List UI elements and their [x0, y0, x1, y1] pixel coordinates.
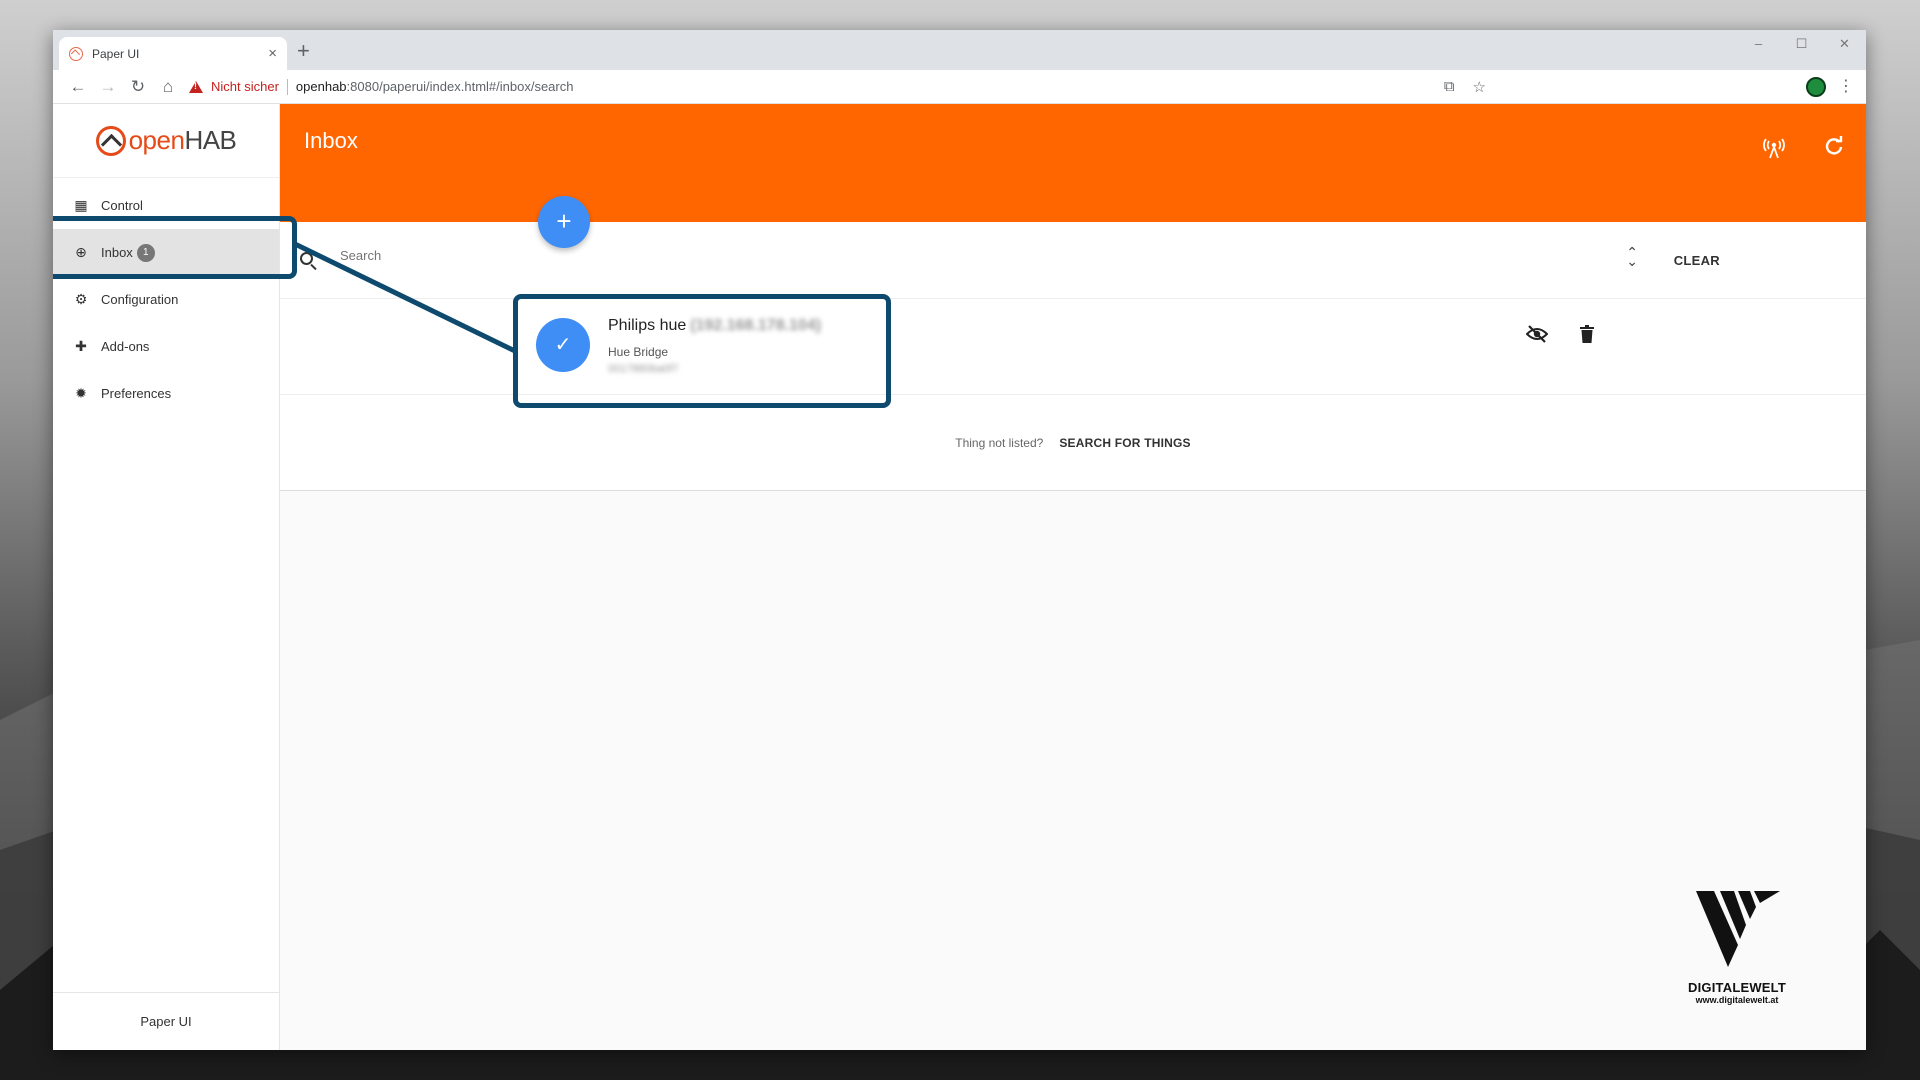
search-input[interactable] — [340, 248, 640, 263]
logo-text: openHAB — [129, 125, 237, 156]
settings-icon: ✹ — [75, 385, 87, 401]
sidebar-item-label: Preferences — [101, 386, 172, 401]
dashboard-icon: ▦ — [74, 197, 88, 213]
thing-not-listed-text: Thing not listed? — [955, 435, 1044, 450]
address-separator — [286, 78, 288, 95]
reload-icon[interactable]: ↻ — [123, 77, 153, 97]
digitalewelt-watermark: DIGITALEWELT www.digitalewelt.at — [1688, 889, 1786, 1005]
translate-icon[interactable]: ⧉ — [1444, 78, 1455, 96]
sidebar-item-label: Inbox — [101, 245, 133, 260]
logo-open: open — [128, 125, 185, 155]
warning-triangle-icon — [189, 80, 203, 93]
browser-tab[interactable]: Paper UI × — [59, 37, 287, 70]
approve-check-icon[interactable]: ✓ — [536, 318, 590, 372]
page-header: Inbox — [280, 104, 1866, 222]
refresh-icon[interactable] — [1824, 136, 1844, 162]
sidebar-item-label: Add-ons — [101, 339, 150, 354]
thing-type: Hue Bridge — [608, 345, 669, 359]
sidebar-item-preferences[interactable]: ✹ Preferences — [53, 370, 279, 417]
window-controls: – ☐ ✕ — [1737, 30, 1866, 58]
thing-not-listed-row: Thing not listed? SEARCH FOR THINGS — [280, 395, 1866, 490]
openhab-favicon-icon — [69, 46, 83, 61]
clear-button[interactable]: CLEAR — [1674, 253, 1720, 268]
security-label: Nicht sicher — [211, 79, 279, 94]
bookmark-star-icon[interactable]: ☆ — [1473, 78, 1486, 96]
openhab-logo[interactable]: openHAB — [53, 104, 279, 178]
page-title: Inbox — [304, 128, 358, 153]
tab-title: Paper UI — [92, 46, 140, 61]
inbox-item: ✓ Philips hue (192.168.178.104) Hue Bridg… — [280, 299, 1866, 395]
sidebar-item-label: Configuration — [101, 292, 179, 307]
main-content: Inbox + ⌃⌄ CLEAR ✓ Philips hue( — [280, 104, 1866, 1050]
inbox-count-badge: 1 — [136, 243, 155, 262]
search-icon — [300, 252, 313, 265]
thing-name: Philips hue (192.168.178.104) — [608, 317, 821, 335]
sidebar-item-configuration[interactable]: ⚙ Configuration — [53, 276, 279, 323]
forward-arrow-icon[interactable]: → — [93, 77, 123, 97]
thing-uid: 0017880ba0f7 — [608, 363, 679, 375]
browser-menu-icon[interactable]: ⋮ — [1838, 76, 1854, 96]
sidebar: openHAB ▦ Control ⊕ Inbox 1 ⚙ Configurat… — [53, 104, 280, 1050]
discovery-antenna-icon[interactable] — [1762, 136, 1786, 166]
search-bar: ⌃⌄ CLEAR — [280, 222, 1866, 299]
logo-hab: HAB — [184, 125, 237, 155]
thing-address: (192.168.178.104) — [690, 317, 822, 334]
add-circle-icon: ⊕ — [75, 244, 87, 260]
digitalewelt-logo-icon — [1696, 891, 1781, 967]
tab-strip: Paper UI × + – ☐ ✕ — [53, 30, 1866, 70]
close-window-button[interactable]: ✕ — [1823, 30, 1866, 58]
address-bar-actions: ⧉ ☆ — [1444, 78, 1486, 96]
address-bar[interactable]: Nicht sicher openhab:8080/paperui/index.… — [189, 78, 1856, 95]
sidebar-item-control[interactable]: ▦ Control — [53, 182, 279, 229]
search-for-things-button[interactable]: SEARCH FOR THINGS — [1059, 436, 1190, 450]
url-text[interactable]: openhab:8080/paperui/index.html#/inbox/s… — [296, 79, 574, 94]
gear-icon: ⚙ — [74, 291, 88, 307]
watermark-brand: DIGITALEWELT — [1688, 980, 1786, 995]
minimize-button[interactable]: – — [1737, 30, 1780, 58]
delete-trash-icon[interactable] — [1580, 325, 1594, 348]
extension-shield-icon[interactable] — [1806, 77, 1826, 97]
close-tab-icon[interactable]: × — [268, 45, 277, 62]
inbox-panel: ⌃⌄ CLEAR ✓ Philips hue(192.168.178.104) … — [280, 222, 1866, 491]
add-thing-button[interactable]: + — [538, 196, 590, 248]
home-icon[interactable]: ⌂ — [153, 77, 183, 97]
paper-ui-app: openHAB ▦ Control ⊕ Inbox 1 ⚙ Configurat… — [53, 104, 1866, 1050]
sidebar-footer: Paper UI — [53, 992, 279, 1050]
sidebar-item-label: Control — [101, 198, 143, 213]
puzzle-icon: ✚ — [75, 338, 87, 354]
ignore-eye-off-icon[interactable] — [1525, 325, 1549, 348]
sort-icon[interactable]: ⌃ ⌄ — [1626, 245, 1638, 268]
url-path: :8080/paperui/index.html#/inbox/search — [346, 79, 574, 94]
sidebar-item-inbox[interactable]: ⊕ Inbox 1 — [53, 229, 279, 276]
sidebar-item-add-ons[interactable]: ✚ Add-ons — [53, 323, 279, 370]
browser-window: Paper UI × + – ☐ ✕ ← → ↻ ⌂ Nicht sicher … — [53, 30, 1866, 1050]
thing-name-text: Philips hue — [608, 317, 687, 334]
browser-toolbar: ← → ↻ ⌂ Nicht sicher openhab:8080/paperu… — [53, 70, 1866, 104]
new-tab-button[interactable]: + — [297, 38, 310, 64]
sidebar-menu: ▦ Control ⊕ Inbox 1 ⚙ Configuration ✚ Ad… — [53, 178, 279, 417]
back-arrow-icon[interactable]: ← — [63, 77, 93, 97]
openhab-logo-icon — [95, 125, 126, 156]
watermark-site: www.digitalewelt.at — [1695, 995, 1779, 1005]
maximize-button[interactable]: ☐ — [1780, 30, 1823, 58]
security-warning[interactable]: Nicht sicher — [189, 79, 279, 94]
url-host: openhab — [295, 79, 347, 94]
